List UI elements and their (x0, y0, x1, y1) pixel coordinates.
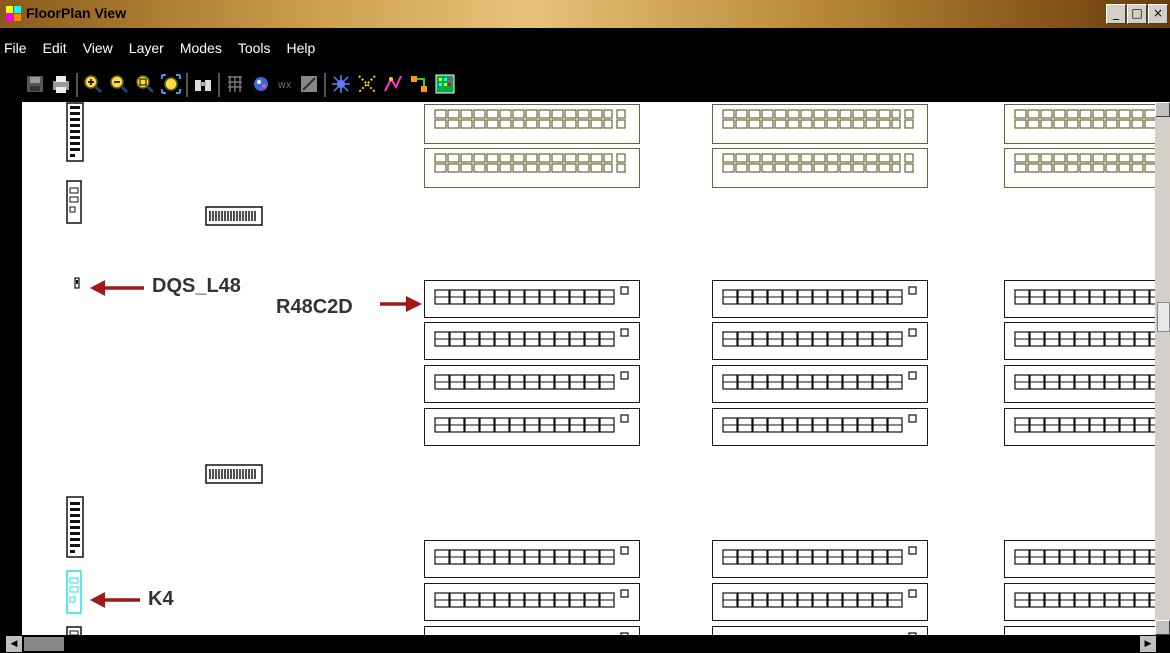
cell-bank[interactable] (1004, 583, 1155, 621)
cell-bank[interactable] (712, 104, 928, 144)
cell-bank[interactable] (1004, 365, 1155, 403)
cell-bank[interactable] (1004, 540, 1155, 578)
toolbar: WX (0, 67, 1170, 101)
zoom-area-icon[interactable] (134, 73, 156, 95)
cell-bank[interactable] (424, 626, 640, 635)
cell-bank[interactable] (424, 322, 640, 360)
row-label: R48C2D (276, 296, 353, 318)
k4-arrow (90, 592, 140, 608)
cell-bank[interactable] (1004, 148, 1155, 188)
toolbar-separator (324, 73, 326, 97)
scroll-left-icon[interactable]: ◀ (6, 636, 22, 652)
dqs-arrow (90, 280, 144, 296)
palette-icon[interactable] (434, 73, 456, 95)
toolbar-separator (218, 73, 220, 97)
close-button[interactable]: × (1148, 4, 1168, 24)
cell-bank[interactable] (712, 626, 928, 635)
ruler-icon[interactable]: WX (276, 73, 298, 95)
zoom-fit-icon[interactable] (160, 73, 182, 95)
menu-bar: File Edit View Layer Modes Tools Help (0, 37, 1170, 59)
dqs-pin-marker[interactable] (74, 277, 80, 289)
cell-bank[interactable] (424, 408, 640, 446)
horizontal-scrollbar[interactable]: ◀ ▶ (0, 635, 1170, 653)
k4-label: K4 (148, 588, 174, 610)
save-icon[interactable] (24, 73, 46, 95)
toolbar-separator (76, 73, 78, 97)
left-gutter (0, 102, 22, 637)
cell-bank[interactable] (712, 280, 928, 318)
menu-edit[interactable]: Edit (35, 40, 75, 56)
maximize-button[interactable]: □ (1127, 4, 1147, 24)
select-icon[interactable] (298, 73, 320, 95)
menu-view[interactable]: View (75, 40, 121, 56)
window-controls: _ □ × (1106, 4, 1168, 24)
title-bar[interactable]: FloorPlan View _ □ × (0, 0, 1170, 28)
toolbar-separator (186, 73, 188, 97)
menu-file[interactable]: File (0, 40, 35, 56)
vertical-scroll-thumb[interactable] (1157, 302, 1170, 332)
io-column-component-bottom[interactable] (66, 496, 84, 558)
grid-icon[interactable] (224, 73, 246, 95)
graph-icon[interactable] (382, 73, 404, 95)
zoom-out-icon[interactable] (108, 73, 130, 95)
cell-bank[interactable] (1004, 104, 1155, 144)
app-icon (6, 6, 21, 21)
cell-bank[interactable] (712, 540, 928, 578)
net-icon[interactable] (356, 73, 378, 95)
small-component-bottom[interactable] (66, 626, 82, 635)
cell-bank[interactable] (712, 583, 928, 621)
k4-component[interactable] (66, 570, 82, 614)
cell-bank[interactable] (424, 583, 640, 621)
cell-bank[interactable] (712, 365, 928, 403)
floorplan-canvas[interactable]: DQS_L48 R48C2D K4 (22, 102, 1155, 635)
cell-bank[interactable] (424, 365, 640, 403)
menu-layer[interactable]: Layer (121, 40, 172, 56)
scroll-right-icon[interactable]: ▶ (1140, 636, 1156, 652)
star-icon[interactable] (330, 73, 352, 95)
cell-bank[interactable] (712, 148, 928, 188)
menu-modes[interactable]: Modes (172, 40, 230, 56)
strip-component-bottom[interactable] (205, 464, 263, 484)
cell-bank[interactable] (424, 104, 640, 144)
io-column-component-top[interactable] (66, 102, 84, 162)
strip-component-top[interactable] (205, 206, 263, 226)
scroll-up-icon[interactable] (1155, 102, 1170, 117)
route-icon[interactable] (408, 73, 430, 95)
print-icon[interactable] (50, 73, 72, 95)
color-icon[interactable] (250, 73, 272, 95)
menu-help[interactable]: Help (279, 40, 324, 56)
menu-tools[interactable]: Tools (230, 40, 279, 56)
cell-bank[interactable] (424, 540, 640, 578)
scroll-down-icon[interactable] (1155, 620, 1170, 635)
window-title: FloorPlan View (26, 5, 127, 21)
zoom-in-icon[interactable] (82, 73, 104, 95)
cell-bank[interactable] (1004, 626, 1155, 635)
horizontal-scroll-thumb[interactable] (24, 637, 64, 651)
find-icon[interactable] (192, 73, 214, 95)
cell-bank[interactable] (424, 148, 640, 188)
row-arrow (380, 296, 422, 312)
cell-bank[interactable] (1004, 322, 1155, 360)
dqs-label: DQS_L48 (152, 275, 241, 297)
cell-bank[interactable] (424, 280, 640, 318)
cell-bank[interactable] (712, 322, 928, 360)
cell-bank[interactable] (712, 408, 928, 446)
svg-text:WX: WX (278, 81, 292, 90)
cell-bank[interactable] (1004, 280, 1155, 318)
cell-bank[interactable] (1004, 408, 1155, 446)
minimize-button[interactable]: _ (1106, 4, 1126, 24)
vertical-scrollbar[interactable] (1155, 102, 1170, 635)
small-component-top[interactable] (66, 180, 82, 224)
